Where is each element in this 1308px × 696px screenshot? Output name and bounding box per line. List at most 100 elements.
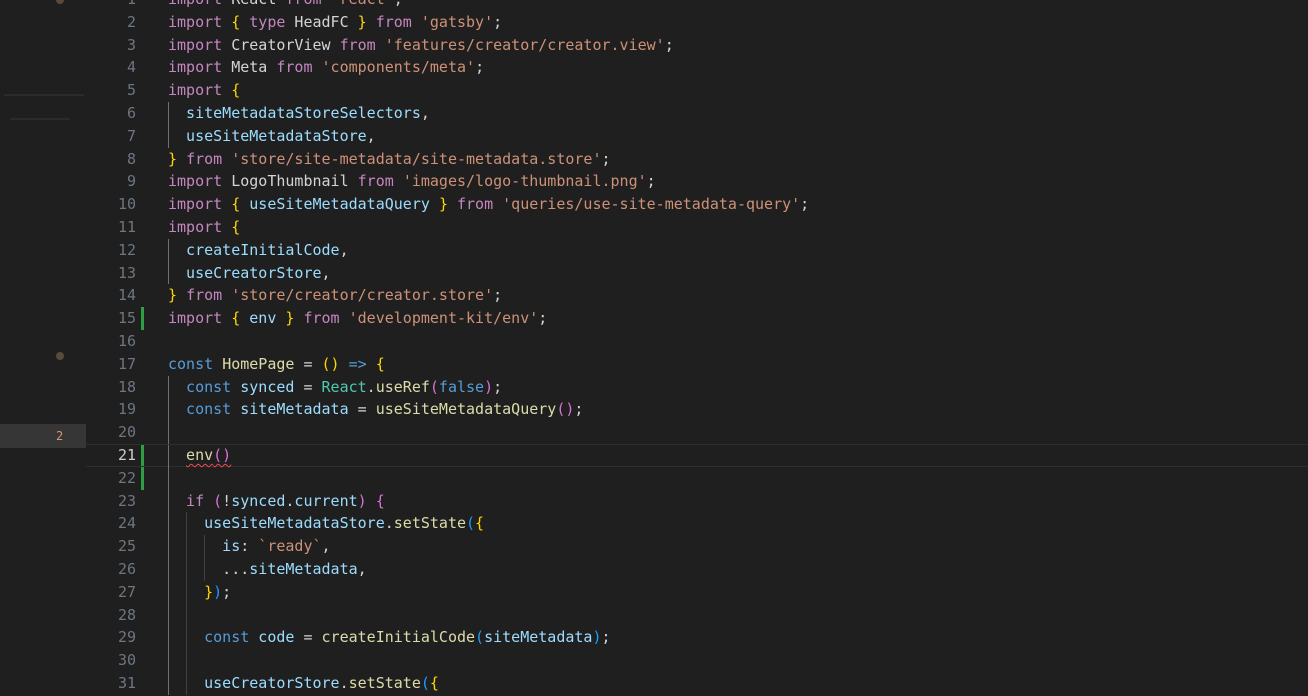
code-line[interactable]: 19 const siteMetadata = useSiteMetadataQu… [86,398,1308,422]
code-editor[interactable]: 2 1 import React from 'react'; 2 import { t… [0,0,1308,696]
code-line[interactable]: 8 } from 'store/site-metadata/site-metada… [86,148,1308,171]
line-number[interactable]: 25 [86,535,136,558]
code-text[interactable]: } from 'store/creator/creator.store'; [168,284,502,307]
code-line[interactable]: 6 siteMetadataStoreSelectors, [86,101,1308,125]
line-number[interactable]: 14 [86,284,136,307]
line-number[interactable]: 8 [86,148,136,171]
line-number[interactable]: 5 [86,79,136,102]
code-text[interactable]: import { type HeadFC } from 'gatsby'; [168,11,502,34]
code-text[interactable]: import Meta from 'components/meta'; [168,56,484,79]
code-line[interactable]: 10 import { useSiteMetadataQuery } from '… [86,193,1308,216]
line-number[interactable]: 9 [86,170,136,193]
code-text[interactable]: ...siteMetadata, [222,558,367,581]
code-line[interactable]: 27}); [86,580,1308,604]
code-token: . [339,673,349,692]
code-text[interactable]: import CreatorView from 'features/creato… [168,34,674,57]
code-line[interactable]: 24 useSiteMetadataStore.setState({ [86,512,1308,536]
code-line[interactable]: 29 const code = createInitialCode(siteMet… [86,626,1308,650]
indent-guide [168,101,169,125]
code-text[interactable]: }); [204,581,231,604]
line-number[interactable]: 29 [86,626,136,649]
code-line[interactable]: 26 ...siteMetadata, [86,557,1308,581]
code-token: 'store/site-metadata/site-metadata.store… [231,149,602,168]
code-line[interactable]: 22 [86,466,1308,490]
line-number[interactable]: 2 [86,11,136,34]
code-line[interactable]: 13 useCreatorStore, [86,261,1308,285]
code-text[interactable]: import { [168,216,240,239]
line-number[interactable]: 11 [86,216,136,239]
line-number[interactable]: 17 [86,353,136,376]
line-number[interactable]: 30 [86,649,136,672]
code-line[interactable]: 23 if (!synced.current) { [86,489,1308,513]
line-number[interactable]: 28 [86,604,136,627]
line-number[interactable]: 22 [86,467,136,490]
code-text[interactable]: useCreatorStore, [186,262,331,285]
code-text[interactable]: useSiteMetadataStore, [186,125,376,148]
line-number[interactable]: 26 [86,558,136,581]
code-text[interactable]: useSiteMetadataStore.setState({ [204,512,484,535]
code-text[interactable]: import { env } from 'development-kit/env… [168,307,547,330]
code-line[interactable]: 25 is: `ready`, [86,535,1308,558]
git-change-marker[interactable] [141,444,144,466]
line-number[interactable]: 10 [86,193,136,216]
code-area[interactable]: 1 import React from 'react'; 2 import { typ… [86,0,1308,695]
line-number[interactable]: 7 [86,125,136,148]
line-number[interactable]: 16 [86,330,136,353]
code-line[interactable]: 17 const HomePage = () => { [86,353,1308,376]
code-line[interactable]: 28 [86,603,1308,627]
code-line[interactable]: 30 [86,649,1308,672]
line-number[interactable]: 27 [86,581,136,604]
code-text[interactable]: const siteMetadata = useSiteMetadataQuer… [186,398,583,421]
code-line[interactable]: 18 const synced = React.useRef(false); [86,375,1308,399]
code-text[interactable]: siteMetadataStoreSelectors, [186,102,430,125]
line-number[interactable]: 24 [86,512,136,535]
code-token: 'features/creator/creator.view' [384,35,665,54]
code-text[interactable]: const code = createInitialCode(siteMetad… [204,626,610,649]
code-line[interactable]: 14 } from 'store/creator/creator.store'; [86,284,1308,307]
code-text[interactable]: import React from 'react'; [168,0,403,11]
line-number[interactable]: 13 [86,262,136,285]
code-line[interactable]: 21 env() [86,443,1308,468]
code-line[interactable]: 3 import CreatorView from 'features/creat… [86,34,1308,57]
problem-count[interactable]: 2 [56,428,63,444]
git-change-marker[interactable] [141,307,144,330]
line-number[interactable]: 23 [86,490,136,513]
code-line[interactable]: 1 import React from 'react'; [86,0,1308,11]
code-line[interactable]: 7 useSiteMetadataStore, [86,124,1308,148]
code-line[interactable]: 20 [86,421,1308,444]
code-line[interactable]: 2 import { type HeadFC } from 'gatsby'; [86,11,1308,34]
code-text[interactable]: } from 'store/site-metadata/site-metadat… [168,148,611,171]
line-number[interactable]: 31 [86,672,136,695]
line-number[interactable]: 18 [86,376,136,399]
code-line[interactable]: 11 import { [86,216,1308,239]
code-text[interactable]: is: `ready`, [222,535,330,558]
line-number[interactable]: 19 [86,398,136,421]
code-text[interactable]: import { [168,79,240,102]
code-text[interactable]: useCreatorStore.setState({ [204,672,439,695]
line-number[interactable]: 3 [86,34,136,57]
code-line[interactable]: 12 createInitialCode, [86,238,1308,262]
code-line[interactable]: 16 [86,330,1308,353]
code-text[interactable]: import { useSiteMetadataQuery } from 'qu… [168,193,809,216]
code-text[interactable]: const HomePage = () => { [168,353,385,376]
code-text[interactable]: createInitialCode, [186,239,349,262]
git-change-marker[interactable] [141,466,144,490]
code-text[interactable]: if (!synced.current) { [186,490,385,513]
code-line[interactable]: 15 import { env } from 'development-kit/e… [86,307,1308,330]
line-number[interactable]: 4 [86,56,136,79]
code-line[interactable]: 4 import Meta from 'components/meta'; [86,56,1308,79]
code-text[interactable]: const synced = React.useRef(false); [186,376,502,399]
code-text[interactable]: import LogoThumbnail from 'images/logo-t… [168,170,656,193]
indent-guide [168,375,169,399]
line-number[interactable]: 15 [86,307,136,330]
line-number[interactable]: 21 [86,445,136,466]
code-text[interactable]: env() [186,445,231,466]
line-number[interactable]: 12 [86,239,136,262]
code-line[interactable]: 5 import { [86,79,1308,102]
line-number[interactable]: 20 [86,421,136,444]
code-line[interactable]: 9 import LogoThumbnail from 'images/logo-… [86,170,1308,193]
line-number[interactable]: 1 [86,0,136,11]
code-line[interactable]: 31 useCreatorStore.setState({ [86,671,1308,695]
line-number[interactable]: 6 [86,102,136,125]
